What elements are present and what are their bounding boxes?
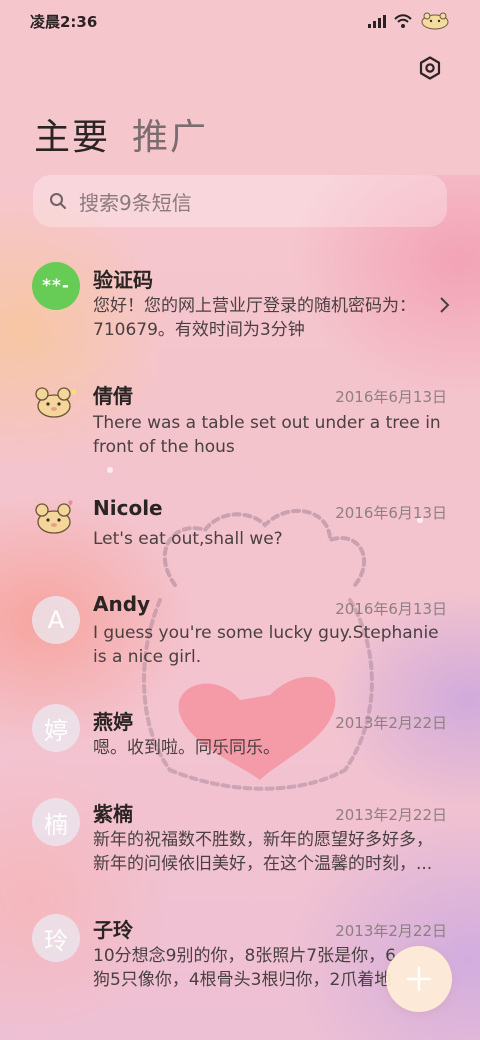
avatar bbox=[32, 494, 80, 542]
conversation-preview: 新年的祝福数不胜数，新年的愿望好多好多， 新年的问候依旧美好，在这个温馨的时刻，… bbox=[93, 830, 433, 874]
tab-bar: 主要 推广 bbox=[34, 108, 208, 160]
conversation-name: Nicole bbox=[93, 496, 163, 520]
avatar: 婷 bbox=[32, 704, 80, 752]
conversation-name: 紫楠 bbox=[93, 802, 133, 826]
bear-avatar-icon bbox=[35, 500, 73, 534]
status-bar: 凌晨2:36 bbox=[0, 0, 480, 42]
battery-icon bbox=[421, 12, 449, 30]
new-message-button[interactable] bbox=[386, 946, 452, 1012]
conversation-preview: There was a table set out under a tree i… bbox=[93, 413, 441, 457]
conversation-item-qianqian[interactable]: 倩倩 2016年6月13日 There was a table set out … bbox=[0, 362, 480, 466]
avatar: 楠 bbox=[32, 798, 80, 846]
conversation-date: 2016年6月13日 bbox=[335, 504, 447, 522]
tab-primary[interactable]: 主要 bbox=[34, 108, 110, 160]
conversation-item-verification[interactable]: **- 验证码 您好！您的网上营业厅登录的随机密码为： 710679。有效时间为… bbox=[0, 246, 480, 350]
wifi-icon bbox=[394, 14, 412, 28]
signal-icon bbox=[368, 14, 386, 28]
conversation-date: 2016年6月13日 bbox=[335, 600, 447, 618]
avatar: 玲 bbox=[32, 914, 80, 962]
conversation-date: 2016年6月13日 bbox=[335, 388, 447, 406]
search-bar[interactable]: 搜索9条短信 bbox=[33, 175, 447, 227]
conversation-name: 倩倩 bbox=[93, 384, 133, 408]
avatar bbox=[32, 378, 80, 426]
conversation-name: 验证码 bbox=[93, 268, 153, 292]
conversation-preview: 您好！您的网上营业厅登录的随机密码为： 710679。有效时间为3分钟 bbox=[93, 296, 416, 340]
search-icon bbox=[50, 193, 66, 209]
conversation-date: 2013年2月22日 bbox=[335, 922, 447, 940]
conversation-name: Andy bbox=[93, 592, 151, 616]
conversation-date: 2013年2月22日 bbox=[335, 714, 447, 732]
bear-avatar-icon bbox=[35, 387, 77, 418]
avatar: **- bbox=[32, 262, 80, 310]
conversation-item-andy[interactable]: A Andy 2016年6月13日 I guess you're some lu… bbox=[0, 584, 480, 688]
search-placeholder: 搜索9条短信 bbox=[79, 190, 192, 215]
conversation-item-yanting[interactable]: 婷 燕婷 2013年2月22日 嗯。收到啦。同乐同乐。 bbox=[0, 700, 480, 780]
conversation-preview: I guess you're some lucky guy.Stephanie … bbox=[93, 623, 439, 667]
conversation-item-nicole[interactable]: Nicole 2016年6月13日 Let's eat out,shall we… bbox=[0, 478, 480, 558]
settings-button[interactable] bbox=[416, 54, 444, 82]
conversation-name: 子玲 bbox=[93, 918, 133, 942]
settings-icon bbox=[419, 56, 441, 80]
conversation-date: 2013年2月22日 bbox=[335, 806, 447, 824]
conversation-item-zinan[interactable]: 楠 紫楠 2013年2月22日 新年的祝福数不胜数，新年的愿望好多好多， 新年的… bbox=[0, 798, 480, 902]
avatar: A bbox=[32, 596, 80, 644]
conversation-name: 燕婷 bbox=[93, 710, 133, 734]
tab-promotions[interactable]: 推广 bbox=[132, 108, 208, 160]
conversation-preview: 嗯。收到啦。同乐同乐。 bbox=[93, 738, 280, 758]
plus-icon bbox=[406, 966, 432, 992]
status-time: 凌晨2:36 bbox=[30, 12, 98, 31]
chevron-right-icon bbox=[440, 297, 450, 313]
conversation-preview: Let's eat out,shall we? bbox=[93, 529, 283, 549]
